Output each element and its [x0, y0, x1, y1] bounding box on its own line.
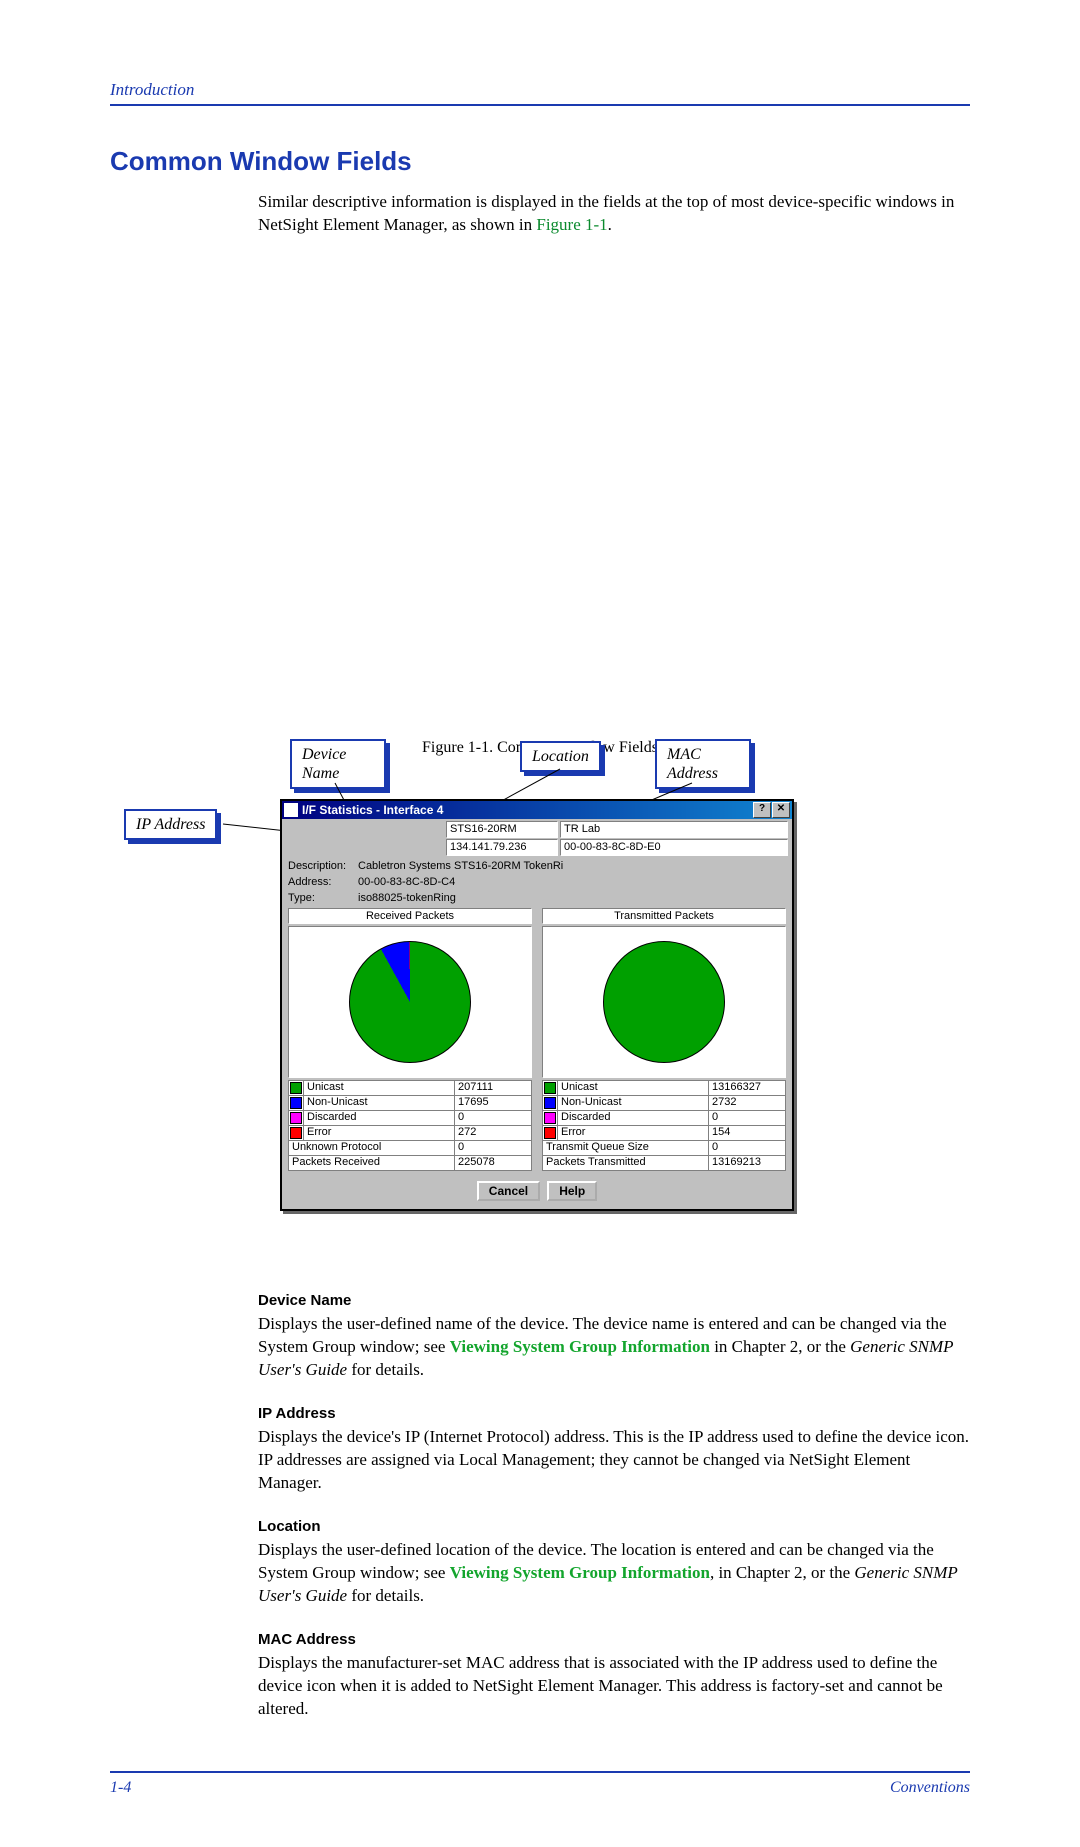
pie-received [349, 941, 471, 1063]
page-number: 1-4 [110, 1779, 131, 1797]
window-title: I/F Statistics - Interface 4 [302, 803, 443, 817]
term-ip-address: IP Address [258, 1404, 970, 1424]
legend-extra-row: Packets Received225078 [289, 1155, 532, 1170]
def-mac-address: Displays the manufacturer-set MAC addres… [258, 1652, 970, 1721]
window-titlebar: I/F Statistics - Interface 4 ? ✕ [282, 801, 792, 819]
link-system-group-1[interactable]: Viewing System Group Information [450, 1337, 710, 1356]
link-system-group-2[interactable]: Viewing System Group Information [450, 1563, 710, 1582]
legend-row: Unicast13166327 [543, 1080, 786, 1095]
legend-extra-row: Transmit Queue Size0 [543, 1140, 786, 1155]
section-title: Common Window Fields [110, 146, 970, 177]
legend-transmitted: Unicast13166327Non-Unicast2732Discarded0… [542, 1080, 786, 1171]
term-device-name: Device Name [258, 1291, 970, 1311]
field-ip-address: 134.141.79.236 [446, 839, 558, 856]
window-screenshot: I/F Statistics - Interface 4 ? ✕ STS16-2… [280, 799, 794, 1211]
chart-title-received: Received Packets [288, 908, 532, 924]
def-location: Displays the user-defined location of th… [258, 1539, 970, 1608]
legend-extra-row: Packets Transmitted13169213 [543, 1155, 786, 1170]
chart-received: Received Packets Unicast207111Non-Unicas… [288, 908, 532, 1171]
help-text-button[interactable]: Help [547, 1181, 597, 1201]
header-rule [110, 104, 970, 106]
row-description: Description:Cabletron Systems STS16-20RM… [282, 858, 792, 874]
row-type: Type:iso88025-tokenRing [282, 890, 792, 906]
callout-mac-address: MAC Address [655, 739, 751, 789]
field-mac-address: 00-00-83-8C-8D-E0 [560, 839, 788, 856]
legend-row: Non-Unicast2732 [543, 1095, 786, 1110]
callout-ip-address: IP Address [124, 809, 217, 840]
legend-row: Error272 [289, 1125, 532, 1140]
app-icon [284, 803, 298, 817]
figure-ref-link[interactable]: Figure 1-1 [536, 215, 607, 234]
def-ip-address: Displays the device's IP (Internet Proto… [258, 1426, 970, 1495]
legend-extra-row: Unknown Protocol0 [289, 1140, 532, 1155]
callout-location: Location [520, 741, 601, 772]
row-address: Address:00-00-83-8C-8D-C4 [282, 874, 792, 890]
cancel-button[interactable]: Cancel [477, 1181, 540, 1201]
figure-1-1: Device Name IP Address Location MAC Addr… [110, 739, 970, 1269]
chart-title-transmitted: Transmitted Packets [542, 908, 786, 924]
page-header: Introduction [110, 80, 970, 100]
def-device-name: Displays the user-defined name of the de… [258, 1313, 970, 1382]
term-location: Location [258, 1517, 970, 1537]
callout-device-name: Device Name [290, 739, 386, 789]
term-mac-address: MAC Address [258, 1630, 970, 1650]
legend-row: Error154 [543, 1125, 786, 1140]
legend-row: Non-Unicast17695 [289, 1095, 532, 1110]
footer-section: Conventions [890, 1779, 970, 1797]
legend-received: Unicast207111Non-Unicast17695Discarded0E… [288, 1080, 532, 1171]
field-location: TR Lab [560, 821, 788, 838]
close-button[interactable]: ✕ [772, 802, 790, 818]
intro-text-2: . [608, 215, 612, 234]
chart-transmitted: Transmitted Packets Unicast13166327Non-U… [542, 908, 786, 1171]
help-button[interactable]: ? [753, 802, 771, 818]
pie-transmitted [603, 941, 725, 1063]
field-device-name: STS16-20RM [446, 821, 558, 838]
legend-row: Discarded0 [543, 1110, 786, 1125]
legend-row: Unicast207111 [289, 1080, 532, 1095]
intro-paragraph: Similar descriptive information is displ… [258, 191, 970, 237]
page-footer: 1-4 Conventions [110, 1771, 970, 1797]
legend-row: Discarded0 [289, 1110, 532, 1125]
